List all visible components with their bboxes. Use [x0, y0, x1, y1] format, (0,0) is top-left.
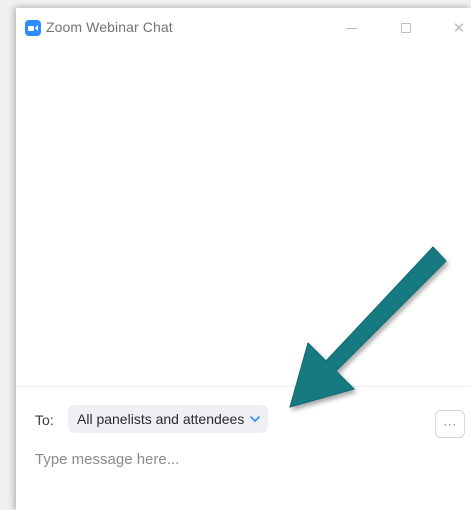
chevron-down-icon [250, 415, 261, 423]
chat-window: Zoom Webinar Chat ✕ To: All panelists an… [16, 8, 471, 510]
compose-divider [16, 386, 471, 387]
chat-messages-area [16, 48, 471, 386]
zoom-camera-icon [25, 20, 41, 36]
more-icon: ··· [443, 417, 457, 431]
maximize-icon [401, 23, 411, 33]
minimize-icon [345, 27, 357, 29]
close-button[interactable]: ✕ [450, 20, 468, 36]
to-label: To: [35, 412, 54, 428]
message-input[interactable] [35, 448, 455, 470]
close-icon: ✕ [452, 19, 466, 37]
recipient-value: All panelists and attendees [77, 411, 245, 427]
more-options-button[interactable]: ··· [435, 410, 465, 438]
maximize-button[interactable] [397, 20, 415, 36]
window-title: Zoom Webinar Chat [46, 19, 173, 35]
title-bar: Zoom Webinar Chat ✕ [16, 8, 471, 48]
recipient-dropdown[interactable]: All panelists and attendees [68, 405, 269, 433]
minimize-button[interactable] [342, 20, 360, 36]
